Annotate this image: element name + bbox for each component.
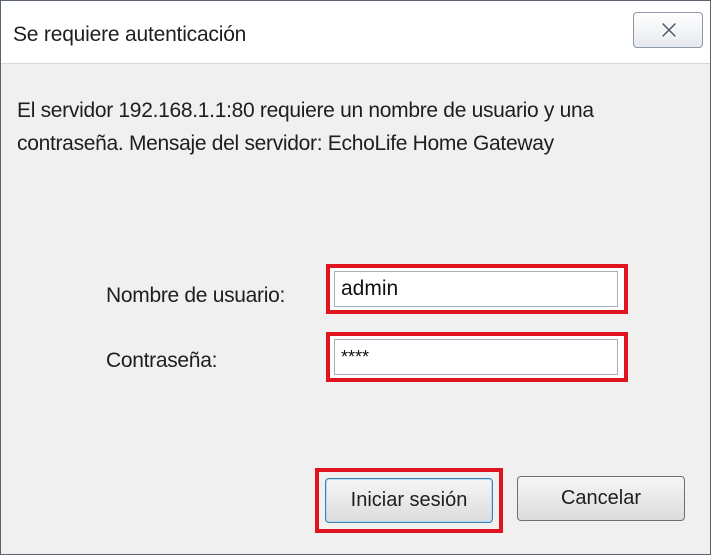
login-button[interactable]: Iniciar sesión [325,478,493,523]
close-icon [661,22,677,38]
username-input[interactable] [334,271,618,307]
username-label: Nombre de usuario: [106,284,286,307]
cancel-button[interactable]: Cancelar [517,476,685,521]
password-highlight [326,332,628,382]
password-input[interactable] [334,339,618,375]
login-button-highlight: Iniciar sesión [315,468,503,533]
password-label: Contraseña: [106,349,218,372]
title-bar: Se requiere autenticación [1,1,710,64]
username-highlight [326,264,628,314]
auth-dialog: Se requiere autenticación El servidor 19… [0,0,711,555]
close-button[interactable] [633,12,703,48]
dialog-content: El servidor 192.168.1.1:80 requiere un n… [1,64,710,554]
dialog-title: Se requiere autenticación [13,23,247,46]
server-message: El servidor 192.168.1.1:80 requiere un n… [17,99,594,155]
